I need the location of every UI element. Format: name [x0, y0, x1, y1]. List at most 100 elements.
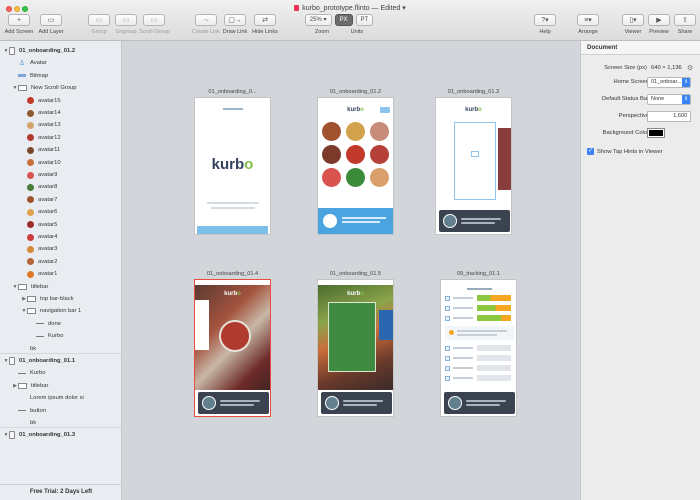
layer-row[interactable]: avatar1 — [0, 268, 121, 280]
layer-row[interactable]: Lorem ipsum dolor si — [0, 392, 121, 404]
avatar-icon — [27, 245, 34, 253]
chevron-updown-icon: ⇕ — [682, 95, 690, 104]
layer-row[interactable]: ▼ 01_onboarding_01.2 — [0, 45, 121, 57]
tap-hints-checkbox[interactable]: ✓ Show Tap Hints in Viewer — [587, 148, 663, 155]
artboard-tracking-01-1[interactable]: 09_tracking_01.1 — [440, 270, 517, 417]
home-screen-row: Home Screen 01_onboar... ⇕ — [581, 77, 700, 89]
avatar-icon — [27, 171, 34, 179]
layer-row[interactable]: avatar6 — [0, 206, 121, 218]
layer-row[interactable]: Kurbo — [0, 367, 121, 379]
layer-row[interactable]: avatar3 — [0, 243, 121, 255]
screen-size-label: Screen Size (px) — [604, 65, 647, 71]
layer-row[interactable]: avatar14 — [0, 107, 121, 119]
layer-row[interactable]: avatar5 — [0, 219, 121, 231]
add-layer-button[interactable]: ▭ Add Layer — [36, 14, 66, 40]
screen-size-value: 640 × 1,136 — [651, 65, 682, 71]
perspective-field[interactable]: 1,600 — [647, 111, 691, 122]
layer-row[interactable]: Bitmap — [0, 70, 121, 82]
kurbo-logo-accent: o — [360, 107, 364, 113]
layer-row[interactable]: avatar10 — [0, 157, 121, 169]
unit-pt-toggle[interactable]: PT — [355, 14, 374, 26]
arrange-button[interactable]: ≡▾ Arrange — [573, 14, 603, 40]
zoom-select[interactable]: 25% ▾ — [304, 14, 332, 26]
avatar — [370, 145, 389, 164]
window-title-text: kurbo_prototype.flinto — Edited ▾ — [302, 5, 406, 12]
avatar-icon — [27, 146, 34, 154]
layer-row[interactable]: ▼ titlebar — [0, 281, 121, 293]
layer-label: Avatar — [30, 60, 47, 67]
avatar-grid — [322, 122, 389, 187]
ungroup-icon: ▭ — [115, 14, 137, 26]
unit-px-toggle[interactable]: PX — [334, 14, 353, 26]
kurbo-logo: kurbo — [318, 291, 393, 297]
text-line — [461, 222, 495, 224]
layer-row[interactable]: avatar11 — [0, 144, 121, 156]
add-screen-button[interactable]: + Add Screen — [4, 14, 34, 40]
scroll-group-icon: ▭ — [143, 14, 165, 26]
kurbo-logo: kurbo — [436, 107, 511, 113]
avatar — [322, 168, 341, 187]
ungroup-button[interactable]: ▭ Ungroup — [111, 14, 141, 40]
shape-icon — [36, 335, 44, 337]
layer-row[interactable]: ▼ New Scroll Group — [0, 82, 121, 94]
status-bar-select[interactable]: None ⇕ — [647, 94, 691, 105]
layer-label: titlebar — [31, 382, 49, 389]
layer-row[interactable]: done — [0, 318, 121, 330]
background-color-swatch[interactable] — [647, 128, 665, 138]
draw-link-button[interactable]: ▢→ Draw Link — [220, 14, 250, 40]
text-line — [220, 400, 260, 402]
artboard-onboarding-01-1[interactable]: 01_onboarding_0... kurbo — [194, 88, 271, 235]
share-button[interactable]: ⇧ Share — [670, 14, 700, 40]
text-line — [466, 400, 506, 402]
kurbo-logo-text: kurbo — [347, 107, 364, 113]
avatar-icon — [27, 134, 34, 142]
layer-row[interactable]: avatar4 — [0, 231, 121, 243]
artboard-screen: kurbo — [435, 97, 512, 235]
layer-row[interactable]: avatar7 — [0, 194, 121, 206]
kurbo-logo: kurbo — [195, 291, 270, 297]
checkbox — [445, 345, 450, 351]
scroll-group-button[interactable]: ▭ Scroll Group — [139, 14, 170, 40]
layer-row[interactable]: avatar9 — [0, 169, 121, 181]
layer-row[interactable]: ▶ titlebar — [0, 380, 121, 392]
layer-label: Bitmap — [30, 72, 49, 79]
background-color-label: Background Color — [602, 130, 649, 136]
group-icon — [18, 85, 27, 92]
layer-row[interactable]: avatar12 — [0, 132, 121, 144]
layer-label: avatar15 — [38, 97, 61, 104]
checkbox — [445, 295, 450, 301]
layer-row[interactable]: avatar2 — [0, 256, 121, 268]
canvas[interactable]: 01_onboarding_0... kurbo 01_onboarding_0… — [122, 41, 580, 500]
artboard-title: 01_onboarding_01.4 — [206, 271, 259, 277]
group-button[interactable]: ▭ Group — [84, 14, 114, 40]
avatar-icon — [27, 208, 34, 216]
text-icon — [18, 420, 26, 427]
layer-row[interactable]: ▼ navigation bar 1 — [0, 305, 121, 317]
gear-icon[interactable]: ⚙ — [687, 64, 693, 72]
zoom-value: 25% — [309, 17, 322, 23]
layer-row[interactable]: Kurbo — [0, 330, 121, 342]
play-icon: ▶ — [648, 14, 670, 26]
layer-row[interactable]: avatar15 — [0, 95, 121, 107]
layer-row[interactable]: ▼ 01_onboarding_01.1 — [0, 355, 121, 367]
artboard-screen: kurbo — [194, 279, 271, 417]
artboard-onboarding-01-5[interactable]: 01_onboarding_01.5 kurbo — [317, 270, 394, 417]
layer-row[interactable]: ▶ top bar-black — [0, 293, 121, 305]
layer-row[interactable]: avatar13 — [0, 119, 121, 131]
side-card — [195, 300, 209, 350]
help-button[interactable]: ?▾ Help — [530, 14, 560, 40]
artboard-onboarding-01-3[interactable]: 01_onboarding_01.3 kurbo — [435, 88, 512, 235]
lorem-line — [211, 207, 255, 209]
home-screen-select[interactable]: 01_onboar... ⇕ — [647, 77, 691, 88]
artboard-onboarding-01-2[interactable]: 01_onboarding_01.2 kurbo — [317, 88, 394, 235]
hide-links-button[interactable]: ⇄ Hide Links — [250, 14, 280, 40]
shape-icon — [18, 372, 26, 374]
create-link-button[interactable]: ⤳ Create Link — [191, 14, 221, 40]
layer-row[interactable]: ▼ 01_onboarding_01.3 — [0, 429, 121, 441]
device-icon: ▯▾ — [622, 14, 644, 26]
layer-row[interactable]: button — [0, 405, 121, 417]
layer-row[interactable]: ♙ Avatar — [0, 57, 121, 69]
artboard-onboarding-01-4[interactable]: 01_onboarding_01.4 kurbo — [194, 270, 271, 417]
group-label: Group — [91, 29, 107, 35]
layer-row[interactable]: avatar8 — [0, 181, 121, 193]
